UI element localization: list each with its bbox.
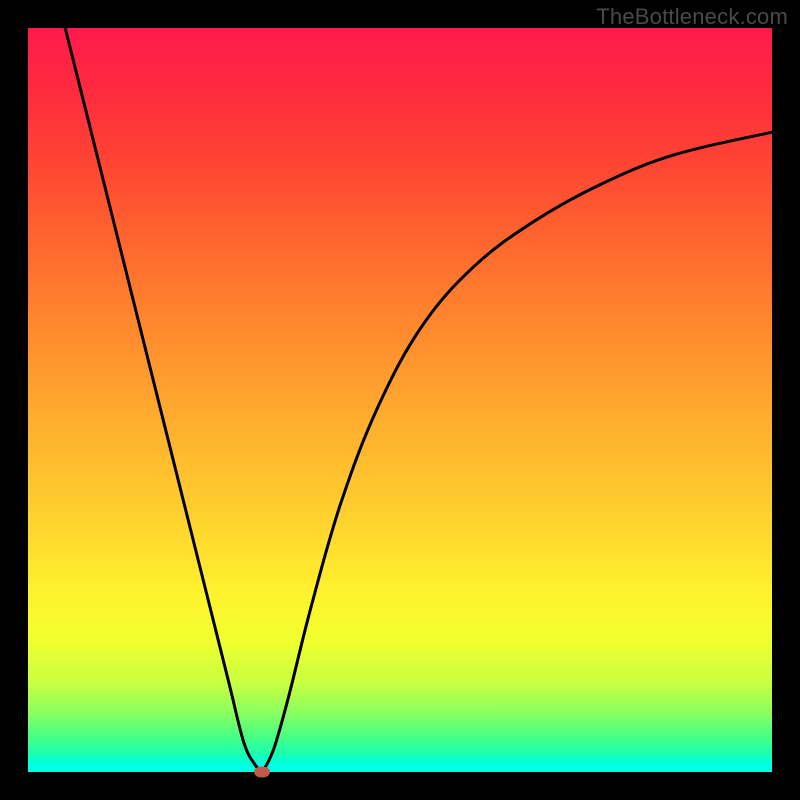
curve-left-branch bbox=[65, 28, 262, 772]
chart-svg bbox=[28, 28, 772, 772]
minimum-marker bbox=[254, 767, 270, 778]
curve-right-branch bbox=[262, 132, 772, 772]
chart-plot-area bbox=[28, 28, 772, 772]
watermark-text: TheBottleneck.com bbox=[596, 4, 788, 30]
